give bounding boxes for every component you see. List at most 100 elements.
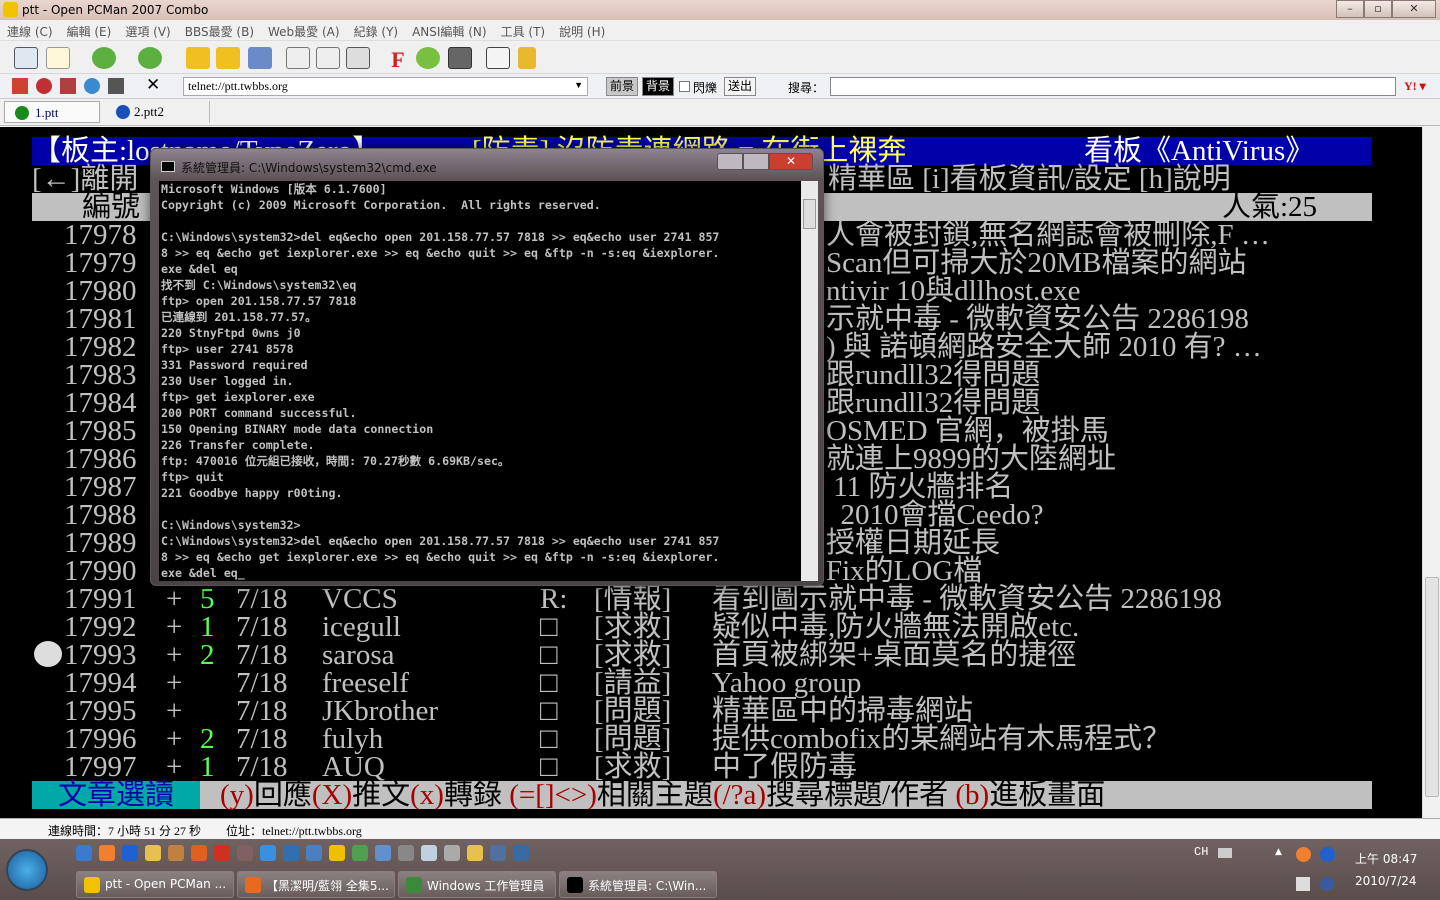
footer-label: 進板畫面 (989, 779, 1106, 811)
search-input[interactable] (830, 77, 1396, 96)
menu-item[interactable]: 連線 (C) (0, 20, 60, 40)
menu-item[interactable]: 紀錄 (Y) (347, 20, 406, 40)
font-icon[interactable]: F (386, 47, 410, 72)
window-icon[interactable] (108, 78, 124, 94)
block-list-icon[interactable] (60, 78, 76, 94)
taskbar-window-button[interactable]: 系統管理員: C:\Win... (559, 871, 717, 898)
emoticon-icon[interactable] (486, 47, 510, 69)
quick-launch-icon[interactable] (145, 845, 161, 861)
menu-item[interactable]: 選項 (V) (118, 20, 177, 40)
tab-ptt2[interactable]: 2.ptt2 (104, 101, 210, 123)
quick-launch-icon[interactable] (260, 845, 276, 861)
article-row[interactable]: 17992 +1 7/18 icegull □ [求救] 疑似中毒,防火牆無法開啟etc. (32, 613, 1372, 642)
article-row[interactable]: 17993 +2 7/18 sarosa □ [求救] 首頁被綁架+桌面莫名的捷徑 (32, 639, 1372, 671)
push-count: 5 (200, 583, 215, 615)
cmd-output[interactable]: Microsoft Windows [版本 6.1.7600] Copyright… (159, 181, 801, 581)
site-list-icon[interactable] (14, 47, 38, 69)
foreground-color-button[interactable]: 前景 (606, 77, 639, 96)
back-arrow-icon[interactable] (92, 47, 116, 69)
article-title: Fix的LOG檔 (826, 555, 983, 587)
cmd-close-button[interactable]: ✕ (769, 153, 813, 170)
quick-launch-icon[interactable] (283, 845, 299, 861)
paste-icon[interactable] (316, 47, 340, 69)
start-button[interactable] (6, 849, 48, 891)
minimize-button[interactable]: – (1336, 0, 1364, 18)
copy-icon[interactable] (286, 47, 310, 69)
terminal-scrollbar[interactable] (1422, 127, 1440, 818)
globe-icon[interactable] (84, 78, 100, 94)
quick-launch-icon[interactable] (168, 845, 184, 861)
block-icon[interactable] (36, 78, 52, 94)
quick-launch-icon[interactable] (214, 845, 230, 861)
article-row[interactable]: 17995 +7/18 JKbrother □ [問題] 精華區中的掃毒網站 (32, 695, 1372, 727)
lock-icon[interactable] (518, 47, 536, 69)
quick-launch-icon[interactable] (99, 845, 115, 861)
quick-launch-icon[interactable] (467, 845, 483, 861)
cmd-scrollbar[interactable] (801, 181, 818, 581)
article-row[interactable]: 17996 +2 7/18 fulyh □ [問題] 提供combofix的某網站有木馬程式… (32, 725, 1372, 754)
fullscreen-icon[interactable] (448, 47, 472, 69)
disconnect-icon[interactable] (186, 47, 210, 69)
maximize-button[interactable]: ▫ (1364, 0, 1392, 18)
forward-arrow-icon[interactable] (138, 47, 162, 69)
menu-item[interactable]: 編輯 (E) (60, 20, 119, 40)
background-color-button[interactable]: 背景 (642, 77, 675, 96)
address-input[interactable]: telnet://ptt.twbbs.org ▼ (183, 77, 588, 96)
quick-launch-icon[interactable] (513, 845, 529, 861)
quick-launch-icon[interactable] (444, 845, 460, 861)
article-row[interactable]: 17997 +1 7/18 AUQ □ [求救] 中了假防毒 (32, 753, 1372, 782)
article-author: freeself (322, 667, 409, 699)
quick-launch-icon[interactable] (237, 845, 253, 861)
cmd-line: C:\Windows\system32> (161, 518, 301, 532)
cmd-scrollbar-thumb[interactable] (803, 199, 816, 229)
clock-date[interactable]: 2010/7/24 (1355, 874, 1417, 888)
close-tab-icon[interactable]: ✕ (146, 75, 160, 95)
taskbar-window-button[interactable]: ptt - Open PCMan ... (76, 871, 234, 898)
settings-gear-icon[interactable] (416, 47, 440, 69)
cmd-window[interactable]: 系統管理員: C:\Windows\system32\cmd.exe ✕ Mic… (150, 148, 824, 586)
article-row[interactable]: 17994 +7/18 freeself □ [請益] Yahoo group (32, 667, 1372, 699)
quick-launch-icon[interactable] (375, 845, 391, 861)
yahoo-search-icon[interactable]: Y! ▾ (1404, 79, 1426, 94)
quick-launch-icon[interactable] (490, 845, 506, 861)
add-bookmark-icon[interactable] (248, 47, 272, 69)
quick-launch-icon[interactable] (329, 845, 345, 861)
new-connection-icon[interactable] (46, 47, 70, 69)
quick-launch-icon[interactable] (191, 845, 207, 861)
article-author: JKbrother (322, 695, 438, 727)
quick-launch-icon[interactable] (306, 845, 322, 861)
quick-launch-icon[interactable] (76, 845, 92, 861)
show-hidden-icons[interactable]: ▲ (1275, 847, 1282, 857)
cmd-minimize-button[interactable] (717, 153, 743, 170)
quick-launch-icon[interactable] (352, 845, 368, 861)
tray-app-icon[interactable] (1296, 847, 1311, 862)
send-button[interactable]: 送出 (724, 77, 757, 96)
article-date: 7/18 (236, 639, 288, 671)
quick-launch-icon[interactable] (122, 845, 138, 861)
article-row[interactable]: 17991 +5 7/18 VCCS R: [情報] 看到圖示就中毒 - 微軟資安公告 22… (32, 583, 1372, 615)
blink-checkbox[interactable] (679, 81, 690, 92)
close-button[interactable]: ✕ (1392, 0, 1436, 18)
taskbar-window-button[interactable]: 【黑潔明/藍翎 全集5... (237, 871, 395, 898)
scrollbar-thumb[interactable] (1425, 577, 1439, 797)
network-icon[interactable] (1296, 877, 1310, 891)
keyboard-icon[interactable] (1218, 848, 1232, 858)
input-language[interactable]: CH (1194, 845, 1208, 859)
menu-item[interactable]: 說明 (H) (552, 20, 612, 40)
cmd-maximize-button[interactable] (743, 153, 769, 170)
home-icon[interactable] (12, 78, 28, 94)
menu-item[interactable]: Web最愛 (A) (261, 20, 347, 40)
menu-item[interactable]: ANSI編輯 (N) (405, 20, 494, 40)
menu-item[interactable]: 工具 (T) (494, 20, 553, 40)
copy-ansi-icon[interactable] (346, 47, 370, 69)
taskbar-window-button[interactable]: Windows 工作管理員 (398, 871, 556, 898)
quick-launch-icon[interactable] (421, 845, 437, 861)
menu-item[interactable]: BBS最愛 (B) (178, 20, 261, 40)
tray-thunder-icon[interactable] (1320, 847, 1335, 862)
tab-ptt[interactable]: 1.ptt (4, 101, 100, 123)
reconnect-icon[interactable] (216, 47, 240, 69)
chevron-down-icon[interactable]: ▼ (574, 80, 583, 90)
volume-icon[interactable] (1320, 877, 1334, 891)
quick-launch-icon[interactable] (398, 845, 414, 861)
clock-time[interactable]: 上午 08:47 (1355, 850, 1417, 867)
